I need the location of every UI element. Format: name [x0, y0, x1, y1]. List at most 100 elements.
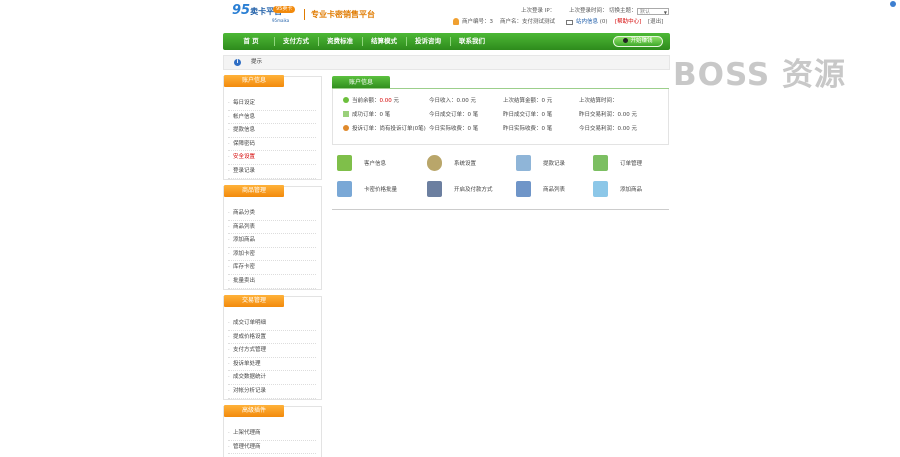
- today-orders-unit: 笔: [472, 112, 479, 118]
- help-center-link[interactable]: [帮助中心]: [615, 18, 641, 27]
- complaint-orders-label: 投诉订单：: [352, 126, 380, 132]
- quick-card-price-batch[interactable]: 卡密价格批量: [337, 181, 417, 199]
- balance-label: 当前余额：: [352, 98, 380, 104]
- today-profit-value: 0.00: [617, 126, 630, 132]
- settings-corner-icon[interactable]: [888, 0, 898, 8]
- balance-cell: 当前余额：0.00 元: [343, 96, 399, 106]
- sidebar-item-list-agent[interactable]: 上架代理商: [228, 427, 316, 441]
- today-charge-cell: 今日实际收费：0 笔: [429, 124, 478, 134]
- quick-label: 订单管理: [620, 161, 643, 167]
- quick-label: 卡密价格批量: [364, 187, 398, 193]
- last-settle-amount-label: 上次结算金额：: [503, 98, 542, 104]
- today-orders-label: 今日成交订单：: [429, 112, 468, 118]
- theme-select-value: 默认: [640, 9, 651, 15]
- sidebar-item-add-goods[interactable]: 添加商品: [228, 234, 316, 248]
- sidebar-trade-title: 交易管理: [224, 295, 284, 307]
- sidebar-item-goods-category[interactable]: 商品分类: [228, 207, 316, 221]
- yesterday-profit-unit: 元: [631, 112, 638, 118]
- sidebar-item-reconciliation[interactable]: 对帐分析记录: [228, 385, 316, 399]
- sidebar-plugins-box: 高级插件 上架代理商 管理代理商: [223, 405, 322, 457]
- sidebar-plugins-title: 高级插件: [224, 405, 284, 417]
- site-logo[interactable]: 95卖卡平台 95卖卡 95maika: [232, 4, 296, 24]
- sidebar-item-stock-card[interactable]: 库存卡密: [228, 261, 316, 275]
- sidebar-item-security-settings[interactable]: 安全设置: [228, 151, 316, 165]
- user-name: 商户名：支付测试测试: [500, 18, 555, 27]
- yesterday-charge-label: 昨日实际收费：: [503, 126, 542, 132]
- product-star-icon: [516, 181, 531, 197]
- card-pay-icon: [427, 181, 442, 197]
- sidebar-goods-title: 商品管理: [224, 185, 284, 197]
- chevron-down-icon: ▼: [663, 10, 667, 15]
- quick-order-management[interactable]: 订单管理: [593, 155, 669, 173]
- sidebar-item-goods-list[interactable]: 商品列表: [228, 221, 316, 235]
- last-login-time: 上次登录时间：: [569, 8, 608, 14]
- sidebar-account-box: 账户信息 每日设定 帐户信息 提款信息 保障密码 安全设置 登录记录: [223, 75, 322, 180]
- nav-fee-standard[interactable]: 资费标准: [319, 33, 361, 50]
- yesterday-orders-unit: 笔: [546, 112, 553, 118]
- balance-unit: 元: [393, 98, 400, 104]
- quick-payment-methods[interactable]: 开启及付款方式: [427, 181, 507, 199]
- sidebar-item-manage-agent[interactable]: 管理代理商: [228, 441, 316, 455]
- balance-value: 0.00: [379, 98, 392, 104]
- quick-label: 开启及付款方式: [454, 187, 493, 193]
- sidebar-item-batch-sell[interactable]: 批量卖出: [228, 275, 316, 289]
- sidebar-item-trade-statistics[interactable]: 成交数据统计: [228, 371, 316, 385]
- yesterday-orders-label: 昨日成交订单：: [503, 112, 542, 118]
- sidebar-item-daily-setting[interactable]: 每日设定: [228, 97, 316, 111]
- quick-label: 客户信息: [364, 161, 387, 167]
- sidebar-item-account-info[interactable]: 帐户信息: [228, 111, 316, 125]
- nav-payment-methods[interactable]: 支付方式: [275, 33, 317, 50]
- open-shop-button[interactable]: 开始赚钱: [613, 36, 663, 47]
- logout-link[interactable]: [退出]: [648, 18, 663, 27]
- account-info-panel: 当前余额：0.00 元 今日收入：0.00 元 上次结算金额：0 元 上次结算时…: [332, 89, 669, 145]
- today-profit-cell: 今日交易利润：0.00 元: [579, 124, 637, 134]
- last-settle-amount-unit: 元: [546, 98, 553, 104]
- site-slogan: 专业卡密销售平台: [304, 9, 375, 20]
- info-icon: i: [234, 59, 241, 66]
- yesterday-profit-value: 0.00: [617, 112, 630, 118]
- sidebar-item-login-records[interactable]: 登录记录: [228, 165, 316, 179]
- yesterday-profit-cell: 昨日交易利润：0.00 元: [579, 110, 637, 120]
- quick-label: 添加商品: [620, 187, 643, 193]
- quick-product-list[interactable]: 商品列表: [516, 181, 596, 199]
- nav-settlement-mode[interactable]: 结算模式: [363, 33, 405, 50]
- sidebar-trade-box: 交易管理 成交订单明细 提成价格设置 支付方式管理 投诉单处理 成交数据统计 对…: [223, 295, 322, 400]
- quick-label: 提款记录: [543, 161, 566, 167]
- user-card-icon: [337, 155, 352, 171]
- sidebar-item-security-password[interactable]: 保障密码: [228, 138, 316, 152]
- today-orders-value: 0: [467, 112, 472, 118]
- success-orders-label: 成功订单：: [352, 112, 380, 118]
- today-charge-value: 0: [467, 126, 472, 132]
- nav-contact-us[interactable]: 联系我们: [451, 33, 493, 50]
- sidebar-item-add-card[interactable]: 添加卡密: [228, 248, 316, 262]
- message-link[interactable]: 站内信息 (0): [576, 18, 608, 27]
- yesterday-charge-cell: 昨日实际收费：0 笔: [503, 124, 552, 134]
- quick-system-settings[interactable]: 系统设置: [427, 155, 507, 173]
- sidebar-item-order-details[interactable]: 成交订单明细: [228, 317, 316, 331]
- nav-home[interactable]: 首 页: [229, 33, 273, 50]
- quick-withdraw-records[interactable]: 提款记录: [516, 155, 596, 173]
- quick-add-product[interactable]: 添加商品: [593, 181, 669, 199]
- yesterday-profit-label: 昨日交易利润：: [579, 112, 618, 118]
- yesterday-charge-unit: 笔: [546, 126, 553, 132]
- yesterday-orders-cell: 昨日成交订单：0 笔: [503, 110, 552, 120]
- quick-customer-info[interactable]: 客户信息: [337, 155, 417, 173]
- last-settle-time-cell: 上次结算时间：: [579, 96, 618, 106]
- sidebar-item-commission-settings[interactable]: 提成价格设置: [228, 331, 316, 345]
- download-doc-icon: [516, 155, 531, 171]
- nav-complaints[interactable]: 投诉咨询: [407, 33, 449, 50]
- sidebar-goods-box: 商品管理 商品分类 商品列表 添加商品 添加卡密 库存卡密 批量卖出: [223, 185, 322, 290]
- sidebar-item-payment-management[interactable]: 支付方式管理: [228, 344, 316, 358]
- sidebar-item-withdraw-info[interactable]: 提款信息: [228, 124, 316, 138]
- envelope-icon: [566, 20, 573, 25]
- sidebar-item-complaint-handling[interactable]: 投诉单处理: [228, 358, 316, 372]
- message-label: 站内信息: [576, 19, 599, 25]
- today-income-label: 今日收入：: [429, 98, 457, 104]
- user-id: 商户编号：3: [462, 18, 493, 27]
- today-orders-cell: 今日成交订单：0 笔: [429, 110, 478, 120]
- logo-badge: 95卖卡: [273, 6, 296, 13]
- card-edit-icon: [337, 181, 352, 197]
- theme-select[interactable]: 默认 ▼: [637, 8, 669, 15]
- complaint-orders-value[interactable]: 尚有投诉订单(0笔): [380, 126, 426, 132]
- today-income-unit: 元: [470, 98, 477, 104]
